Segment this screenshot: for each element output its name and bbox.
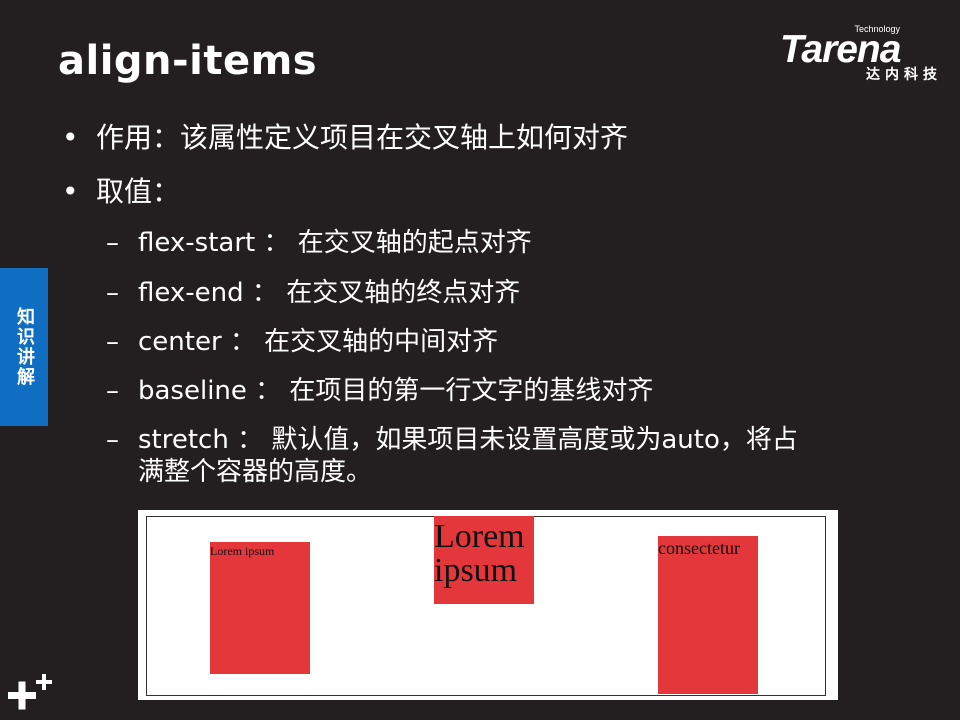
sub-bullet-marker: – xyxy=(106,228,119,258)
flex-item-1: Lorem ipsum xyxy=(210,542,310,674)
sub-bullet-item: – baseline ： 在项目的第一行文字的基线对齐 xyxy=(106,375,653,407)
plus-decoration-icon xyxy=(8,674,52,710)
sub-bullet-marker: – xyxy=(106,425,119,455)
flex-item-2-text: Lorem ipsum xyxy=(434,518,525,589)
bullet-text: 取值： xyxy=(96,175,181,208)
slide-title: align-items xyxy=(58,38,318,84)
sub-bullet-item: – stretch ： 默认值，如果项目未设置高度或为auto，将占 满整个容器的… xyxy=(106,424,798,488)
bullet-item: • 作用：该属性定义项目在交叉轴上如何对齐 xyxy=(62,120,628,156)
sub-bullet-item: – center ： 在交叉轴的中间对齐 xyxy=(106,326,498,358)
sub-bullet-text: stretch ： 默认值，如果项目未设置高度或为auto，将占 xyxy=(138,425,798,455)
bullet-text: 作用：该属性定义项目在交叉轴上如何对齐 xyxy=(96,121,629,154)
flex-item-1-text: Lorem ipsum xyxy=(210,544,275,558)
flex-item-2: Lorem ipsum xyxy=(434,516,534,604)
sub-bullet-item: – flex-start ： 在交叉轴的起点对齐 xyxy=(106,227,532,259)
sub-bullet-text: flex-start ： 在交叉轴的起点对齐 xyxy=(138,228,532,258)
bullet-marker: • xyxy=(62,175,79,208)
tarena-logo: Technology Tarena 达内科技 xyxy=(780,24,946,83)
sub-bullet-item: – flex-end ： 在交叉轴的终点对齐 xyxy=(106,277,520,309)
section-tab: 知识讲解 xyxy=(0,268,48,426)
sub-bullet-marker: – xyxy=(106,327,119,357)
sub-bullet-text: center ： 在交叉轴的中间对齐 xyxy=(138,327,499,357)
sub-bullet-text: flex-end ： 在交叉轴的终点对齐 xyxy=(138,278,521,308)
sub-bullet-text: baseline ： 在项目的第一行文字的基线对齐 xyxy=(138,376,654,406)
bullet-item: • 取值： xyxy=(62,174,180,210)
sub-bullet-text-continued: 满整个容器的高度。 xyxy=(138,457,373,487)
flex-item-3-text: consectetur xyxy=(658,538,740,558)
logo-chinese-name: 达内科技 xyxy=(866,67,942,83)
sub-bullet-marker: – xyxy=(106,278,119,308)
baseline-demo-image: Lorem ipsum Lorem ipsum consectetur xyxy=(138,510,838,700)
section-tab-label: 知识讲解 xyxy=(14,307,35,387)
sub-bullet-marker: – xyxy=(106,376,119,406)
bullet-marker: • xyxy=(62,121,79,154)
flex-item-3: consectetur xyxy=(658,536,758,694)
